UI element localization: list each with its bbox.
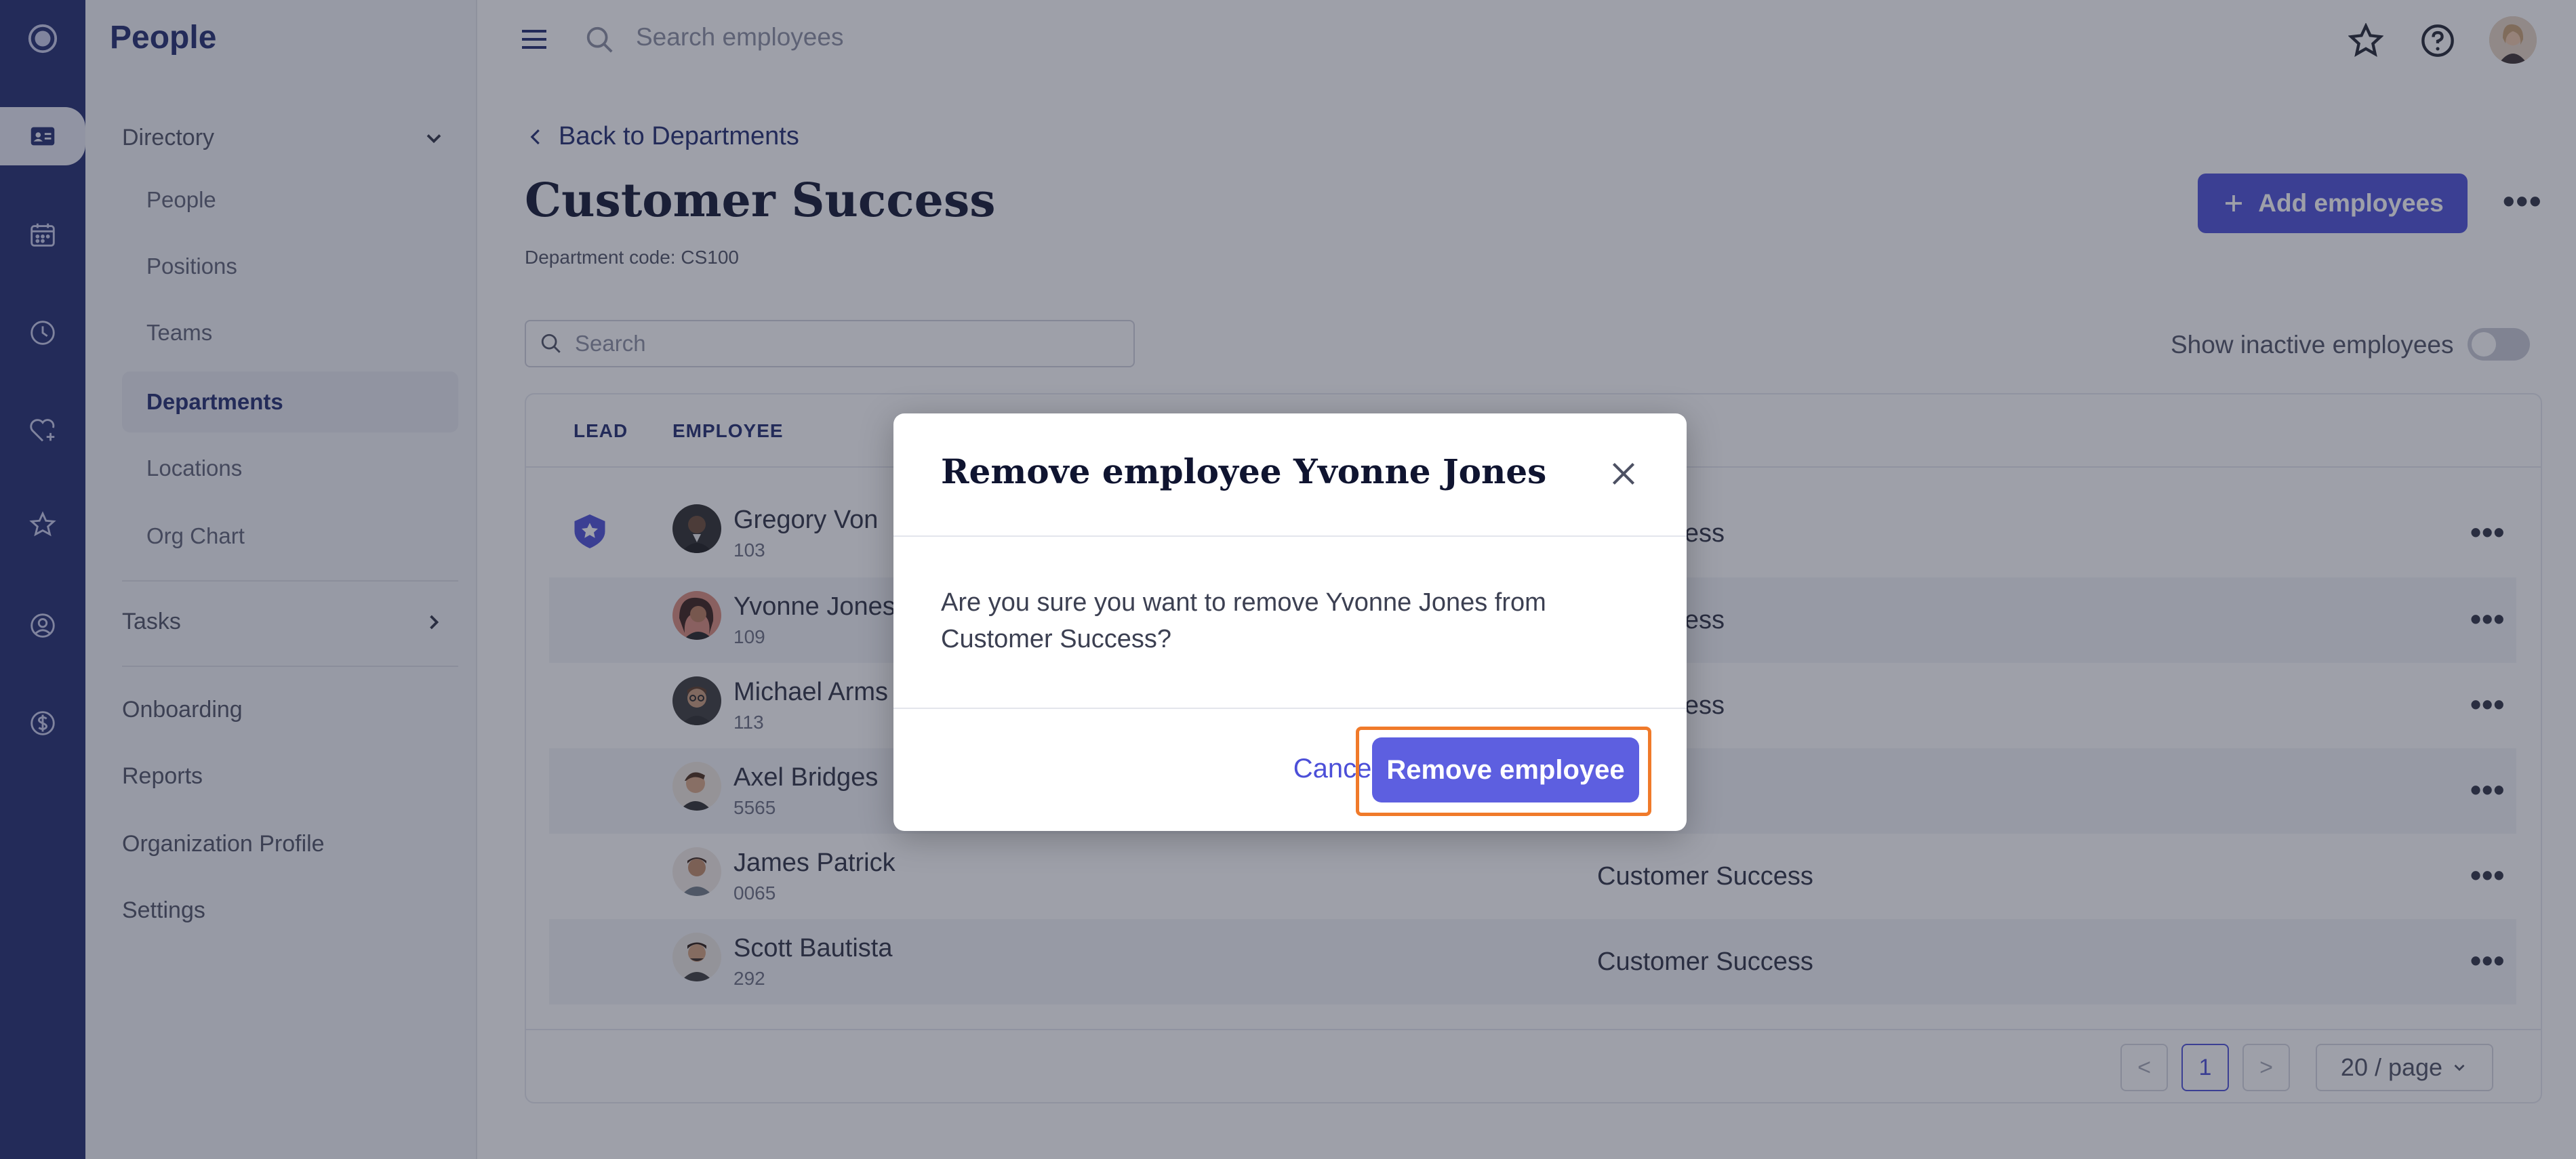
close-icon[interactable] bbox=[1607, 457, 1641, 491]
dialog-title: Remove employee Yvonne Jones bbox=[941, 451, 1547, 491]
dialog-footer-divider bbox=[893, 708, 1687, 709]
dialog-header-divider bbox=[893, 535, 1687, 537]
remove-employee-button[interactable]: Remove employee bbox=[1372, 737, 1639, 802]
dialog-message: Are you sure you want to remove Yvonne J… bbox=[941, 588, 1546, 653]
remove-employee-dialog: Remove employee Yvonne Jones Are you sur… bbox=[893, 413, 1687, 831]
